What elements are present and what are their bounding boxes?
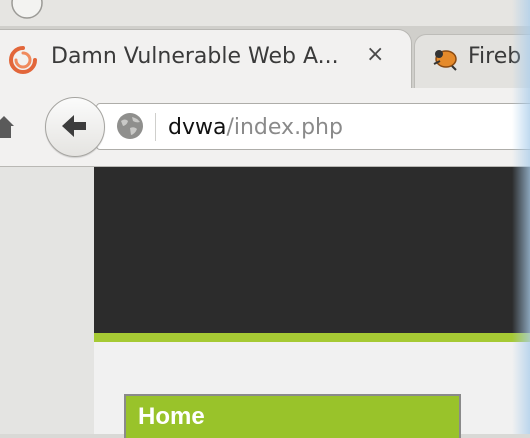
back-arrow-icon	[62, 115, 86, 137]
url-text[interactable]: dvwa/index.php	[168, 115, 343, 140]
page-margin	[0, 167, 94, 434]
url-host: dvwa	[168, 115, 227, 140]
menu-item-label: Home	[138, 403, 205, 430]
tab-title: Fireb	[468, 44, 522, 69]
tab-title: Damn Vulnerable Web A...	[51, 44, 339, 69]
home-icon[interactable]	[0, 112, 14, 140]
window-titlebar	[0, 0, 530, 26]
site-header	[94, 167, 530, 333]
url-path: /index.php	[226, 115, 343, 140]
header-accent-bar	[94, 333, 530, 342]
close-tab-icon[interactable]: ×	[366, 42, 384, 67]
dvwa-swirl-icon	[9, 46, 37, 74]
globe-icon	[117, 113, 143, 139]
menu-item-home[interactable]: Home	[124, 394, 461, 438]
window-control-button[interactable]	[10, 0, 44, 20]
url-separator	[155, 113, 156, 141]
firebug-icon	[433, 50, 457, 71]
